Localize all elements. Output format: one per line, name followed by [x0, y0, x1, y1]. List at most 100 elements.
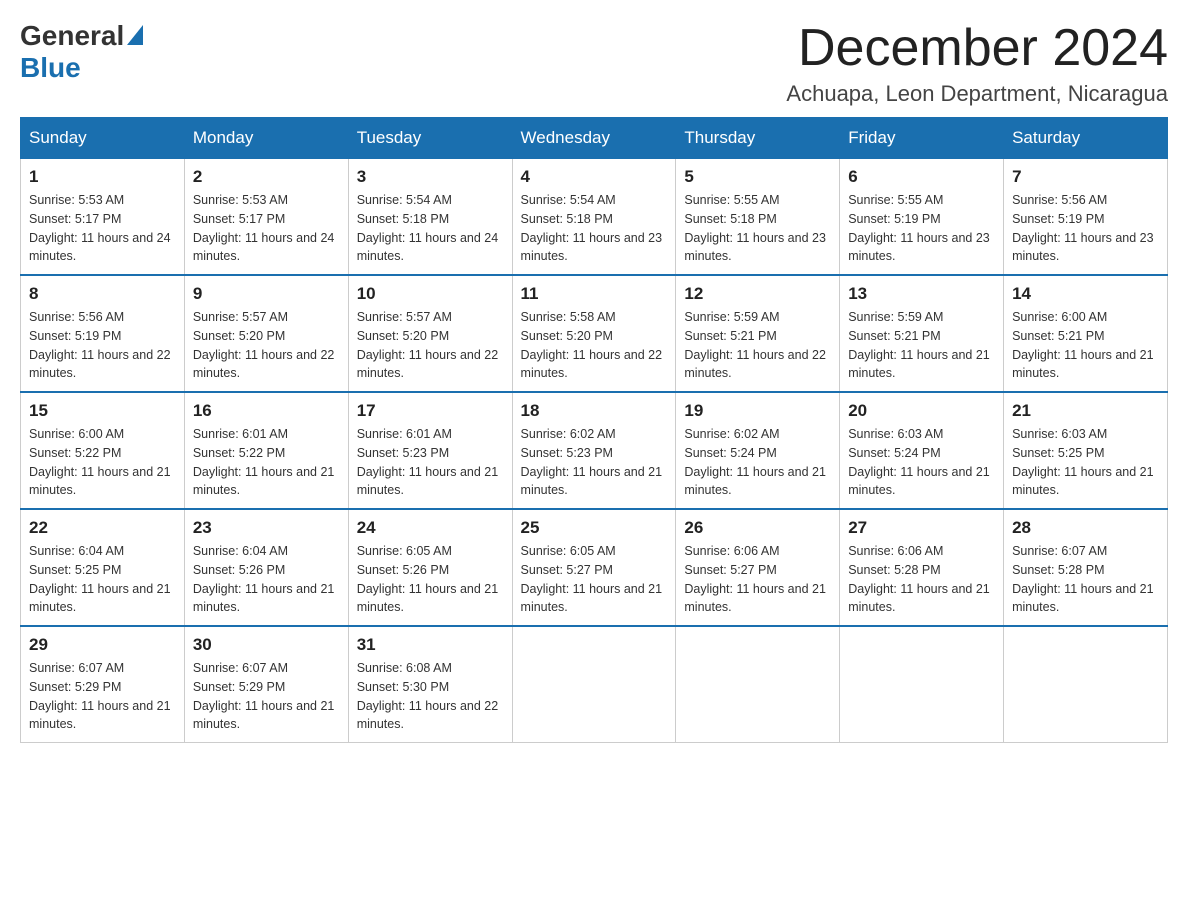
calendar-cell: 28 Sunrise: 6:07 AMSunset: 5:28 PMDaylig…	[1004, 509, 1168, 626]
calendar-cell: 14 Sunrise: 6:00 AMSunset: 5:21 PMDaylig…	[1004, 275, 1168, 392]
day-number: 11	[521, 284, 668, 304]
calendar-cell: 30 Sunrise: 6:07 AMSunset: 5:29 PMDaylig…	[184, 626, 348, 743]
day-number: 8	[29, 284, 176, 304]
calendar-day-header: Friday	[840, 118, 1004, 159]
day-info: Sunrise: 6:05 AMSunset: 5:27 PMDaylight:…	[521, 542, 668, 617]
calendar-cell: 5 Sunrise: 5:55 AMSunset: 5:18 PMDayligh…	[676, 159, 840, 276]
calendar-cell	[512, 626, 676, 743]
day-info: Sunrise: 6:03 AMSunset: 5:24 PMDaylight:…	[848, 425, 995, 500]
calendar-week-row: 8 Sunrise: 5:56 AMSunset: 5:19 PMDayligh…	[21, 275, 1168, 392]
calendar-cell: 29 Sunrise: 6:07 AMSunset: 5:29 PMDaylig…	[21, 626, 185, 743]
day-number: 21	[1012, 401, 1159, 421]
day-number: 28	[1012, 518, 1159, 538]
calendar-cell: 15 Sunrise: 6:00 AMSunset: 5:22 PMDaylig…	[21, 392, 185, 509]
day-number: 15	[29, 401, 176, 421]
day-number: 12	[684, 284, 831, 304]
day-number: 25	[521, 518, 668, 538]
day-info: Sunrise: 6:00 AMSunset: 5:22 PMDaylight:…	[29, 425, 176, 500]
day-info: Sunrise: 6:01 AMSunset: 5:23 PMDaylight:…	[357, 425, 504, 500]
calendar-cell: 24 Sunrise: 6:05 AMSunset: 5:26 PMDaylig…	[348, 509, 512, 626]
day-number: 20	[848, 401, 995, 421]
calendar-cell: 17 Sunrise: 6:01 AMSunset: 5:23 PMDaylig…	[348, 392, 512, 509]
calendar-cell: 2 Sunrise: 5:53 AMSunset: 5:17 PMDayligh…	[184, 159, 348, 276]
day-info: Sunrise: 6:02 AMSunset: 5:23 PMDaylight:…	[521, 425, 668, 500]
calendar-cell: 27 Sunrise: 6:06 AMSunset: 5:28 PMDaylig…	[840, 509, 1004, 626]
calendar-table: SundayMondayTuesdayWednesdayThursdayFrid…	[20, 117, 1168, 743]
day-info: Sunrise: 5:53 AMSunset: 5:17 PMDaylight:…	[193, 191, 340, 266]
day-number: 22	[29, 518, 176, 538]
day-info: Sunrise: 5:55 AMSunset: 5:18 PMDaylight:…	[684, 191, 831, 266]
calendar-cell: 20 Sunrise: 6:03 AMSunset: 5:24 PMDaylig…	[840, 392, 1004, 509]
day-number: 13	[848, 284, 995, 304]
title-section: December 2024 Achuapa, Leon Department, …	[786, 20, 1168, 107]
month-title: December 2024	[786, 20, 1168, 77]
day-info: Sunrise: 6:06 AMSunset: 5:28 PMDaylight:…	[848, 542, 995, 617]
calendar-week-row: 29 Sunrise: 6:07 AMSunset: 5:29 PMDaylig…	[21, 626, 1168, 743]
calendar-cell: 13 Sunrise: 5:59 AMSunset: 5:21 PMDaylig…	[840, 275, 1004, 392]
day-number: 27	[848, 518, 995, 538]
calendar-cell: 16 Sunrise: 6:01 AMSunset: 5:22 PMDaylig…	[184, 392, 348, 509]
day-info: Sunrise: 6:04 AMSunset: 5:25 PMDaylight:…	[29, 542, 176, 617]
calendar-day-header: Wednesday	[512, 118, 676, 159]
day-info: Sunrise: 5:58 AMSunset: 5:20 PMDaylight:…	[521, 308, 668, 383]
calendar-cell: 25 Sunrise: 6:05 AMSunset: 5:27 PMDaylig…	[512, 509, 676, 626]
location-title: Achuapa, Leon Department, Nicaragua	[786, 81, 1168, 107]
day-number: 10	[357, 284, 504, 304]
day-info: Sunrise: 6:04 AMSunset: 5:26 PMDaylight:…	[193, 542, 340, 617]
day-info: Sunrise: 5:55 AMSunset: 5:19 PMDaylight:…	[848, 191, 995, 266]
calendar-cell: 9 Sunrise: 5:57 AMSunset: 5:20 PMDayligh…	[184, 275, 348, 392]
logo-blue: Blue	[20, 52, 143, 84]
day-number: 16	[193, 401, 340, 421]
day-info: Sunrise: 6:05 AMSunset: 5:26 PMDaylight:…	[357, 542, 504, 617]
calendar-cell: 10 Sunrise: 5:57 AMSunset: 5:20 PMDaylig…	[348, 275, 512, 392]
day-info: Sunrise: 5:57 AMSunset: 5:20 PMDaylight:…	[193, 308, 340, 383]
calendar-cell	[676, 626, 840, 743]
day-info: Sunrise: 5:59 AMSunset: 5:21 PMDaylight:…	[848, 308, 995, 383]
logo-general: General	[20, 20, 124, 52]
day-number: 18	[521, 401, 668, 421]
calendar-week-row: 1 Sunrise: 5:53 AMSunset: 5:17 PMDayligh…	[21, 159, 1168, 276]
calendar-cell	[840, 626, 1004, 743]
logo-triangle-icon	[127, 25, 143, 45]
calendar-cell: 12 Sunrise: 5:59 AMSunset: 5:21 PMDaylig…	[676, 275, 840, 392]
calendar-day-header: Thursday	[676, 118, 840, 159]
day-info: Sunrise: 6:08 AMSunset: 5:30 PMDaylight:…	[357, 659, 504, 734]
calendar-cell: 31 Sunrise: 6:08 AMSunset: 5:30 PMDaylig…	[348, 626, 512, 743]
day-info: Sunrise: 5:57 AMSunset: 5:20 PMDaylight:…	[357, 308, 504, 383]
day-number: 24	[357, 518, 504, 538]
day-number: 31	[357, 635, 504, 655]
calendar-cell: 22 Sunrise: 6:04 AMSunset: 5:25 PMDaylig…	[21, 509, 185, 626]
calendar-cell: 23 Sunrise: 6:04 AMSunset: 5:26 PMDaylig…	[184, 509, 348, 626]
calendar-day-header: Saturday	[1004, 118, 1168, 159]
day-info: Sunrise: 6:02 AMSunset: 5:24 PMDaylight:…	[684, 425, 831, 500]
calendar-cell: 7 Sunrise: 5:56 AMSunset: 5:19 PMDayligh…	[1004, 159, 1168, 276]
calendar-cell: 19 Sunrise: 6:02 AMSunset: 5:24 PMDaylig…	[676, 392, 840, 509]
calendar-day-header: Sunday	[21, 118, 185, 159]
calendar-cell: 8 Sunrise: 5:56 AMSunset: 5:19 PMDayligh…	[21, 275, 185, 392]
page-header: General Blue December 2024 Achuapa, Leon…	[20, 20, 1168, 107]
day-info: Sunrise: 6:03 AMSunset: 5:25 PMDaylight:…	[1012, 425, 1159, 500]
day-info: Sunrise: 5:54 AMSunset: 5:18 PMDaylight:…	[357, 191, 504, 266]
day-info: Sunrise: 5:56 AMSunset: 5:19 PMDaylight:…	[29, 308, 176, 383]
calendar-cell: 26 Sunrise: 6:06 AMSunset: 5:27 PMDaylig…	[676, 509, 840, 626]
day-number: 1	[29, 167, 176, 187]
day-number: 29	[29, 635, 176, 655]
day-number: 3	[357, 167, 504, 187]
day-number: 7	[1012, 167, 1159, 187]
day-info: Sunrise: 6:07 AMSunset: 5:29 PMDaylight:…	[29, 659, 176, 734]
calendar-week-row: 15 Sunrise: 6:00 AMSunset: 5:22 PMDaylig…	[21, 392, 1168, 509]
calendar-cell: 6 Sunrise: 5:55 AMSunset: 5:19 PMDayligh…	[840, 159, 1004, 276]
day-number: 9	[193, 284, 340, 304]
day-info: Sunrise: 5:54 AMSunset: 5:18 PMDaylight:…	[521, 191, 668, 266]
day-number: 6	[848, 167, 995, 187]
day-number: 19	[684, 401, 831, 421]
day-info: Sunrise: 6:00 AMSunset: 5:21 PMDaylight:…	[1012, 308, 1159, 383]
day-number: 17	[357, 401, 504, 421]
day-number: 30	[193, 635, 340, 655]
calendar-day-header: Monday	[184, 118, 348, 159]
day-info: Sunrise: 5:59 AMSunset: 5:21 PMDaylight:…	[684, 308, 831, 383]
calendar-cell: 11 Sunrise: 5:58 AMSunset: 5:20 PMDaylig…	[512, 275, 676, 392]
day-number: 14	[1012, 284, 1159, 304]
day-number: 5	[684, 167, 831, 187]
day-info: Sunrise: 6:07 AMSunset: 5:28 PMDaylight:…	[1012, 542, 1159, 617]
